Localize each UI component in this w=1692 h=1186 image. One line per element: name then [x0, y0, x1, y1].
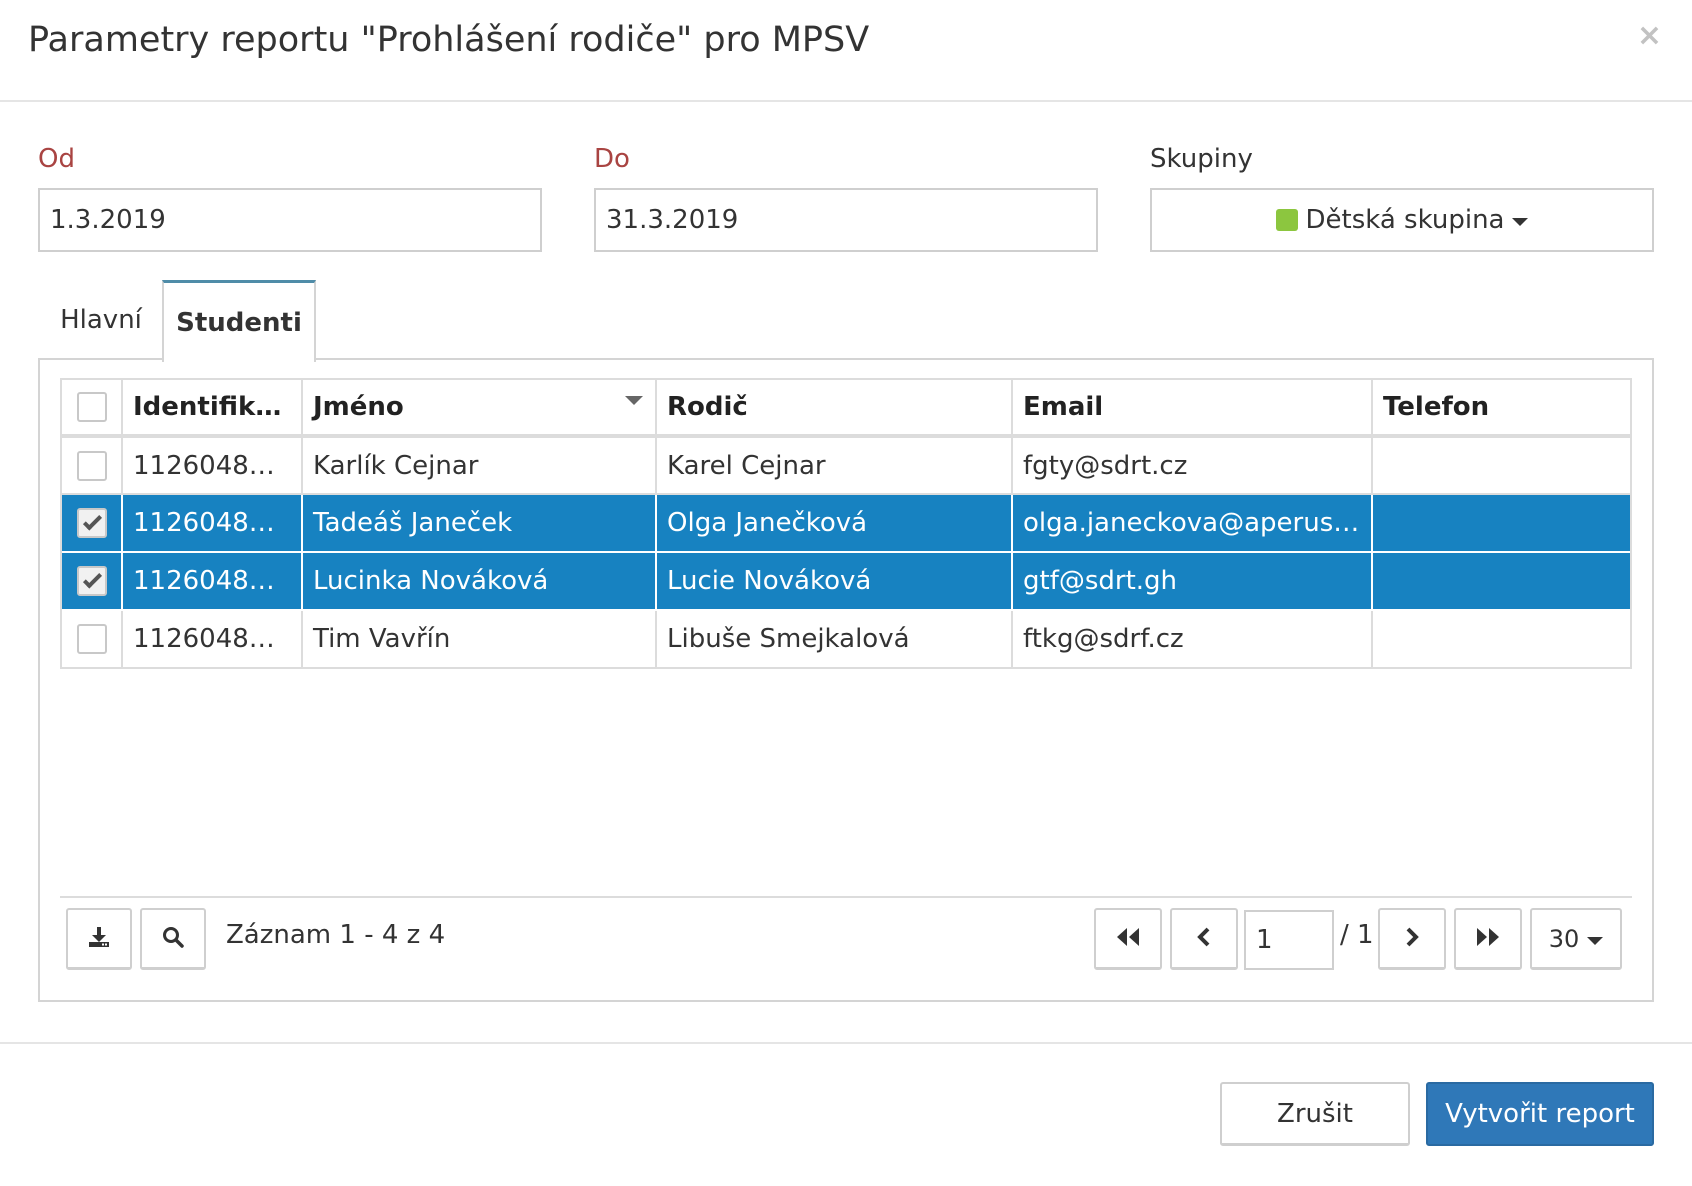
cell-phone [1372, 494, 1630, 553]
last-page-button[interactable] [1454, 908, 1522, 970]
column-header-name-label: Jméno [313, 392, 404, 422]
first-page-button[interactable] [1094, 908, 1162, 970]
select-all-cell [62, 380, 123, 438]
row-checkbox[interactable] [76, 508, 107, 539]
table-row[interactable]: 1126048602 Tadeáš Janeček Olga Janečková ol… [62, 494, 1630, 553]
groups-selected-label: Dětská skupina [1305, 205, 1505, 235]
chevron-down-icon [1587, 936, 1604, 945]
row-checkbox[interactable] [76, 450, 107, 481]
cell-email: ftkg@sdrf.cz [1012, 610, 1373, 669]
checkmark-icon [82, 511, 102, 531]
search-icon [161, 925, 185, 953]
students-grid: Identifikač... Jméno Rodič Email Telefon… [60, 378, 1632, 669]
checkmark-icon [82, 569, 102, 589]
cell-id: 1126048602 [122, 436, 303, 495]
select-all-checkbox[interactable] [76, 392, 107, 423]
column-header-phone[interactable]: Telefon [1372, 380, 1630, 438]
to-label: Do [594, 144, 630, 174]
close-icon[interactable]: × [1637, 18, 1662, 54]
row-select-cell [62, 494, 123, 553]
last-page-icon [1475, 926, 1501, 952]
cell-phone [1372, 552, 1630, 611]
sort-desc-icon [625, 396, 643, 405]
footer-divider [0, 1042, 1692, 1044]
group-color-swatch [1275, 209, 1298, 231]
create-report-button[interactable]: Vytvořit report [1426, 1082, 1654, 1146]
groups-dropdown[interactable]: Dětská skupina [1150, 188, 1654, 252]
table-row[interactable]: 1126048602 Karlík Cejnar Karel Cejnar fgty@… [62, 436, 1630, 495]
table-row[interactable]: 1126048602 Lucinka Nováková Lucie Nováková… [62, 552, 1630, 611]
report-dialog: Parametry reportu "Prohlášení rodiče" pr… [0, 0, 1692, 1186]
next-page-button[interactable] [1378, 908, 1446, 970]
prev-page-button[interactable] [1170, 908, 1238, 970]
download-icon [87, 925, 111, 953]
cell-id: 1126048602 [122, 494, 303, 553]
tab-hlavni[interactable]: Hlavní [40, 280, 162, 360]
cell-parent: Libuše Smejkalová [656, 610, 1013, 669]
cell-name: Karlík Cejnar [302, 436, 657, 495]
dialog-title: Parametry reportu "Prohlášení rodiče" pr… [28, 20, 870, 60]
page-size-value: 30 [1548, 924, 1580, 953]
grid-footer-divider [60, 896, 1632, 898]
column-header-id[interactable]: Identifikač... [122, 380, 303, 438]
next-page-icon [1404, 926, 1420, 952]
cell-name: Lucinka Nováková [302, 552, 657, 611]
cell-parent: Karel Cejnar [656, 436, 1013, 495]
from-label: Od [38, 144, 75, 174]
row-select-cell [62, 436, 123, 495]
chevron-down-icon [1512, 218, 1529, 226]
cell-parent: Lucie Nováková [656, 552, 1013, 611]
page-number-input[interactable] [1244, 910, 1334, 970]
cell-phone [1372, 436, 1630, 495]
cell-email: fgty@sdrt.cz [1012, 436, 1373, 495]
cell-id: 1126048602 [122, 610, 303, 669]
row-select-cell [62, 610, 123, 669]
page-size-dropdown[interactable]: 30 [1530, 908, 1622, 970]
export-button[interactable] [66, 908, 132, 970]
row-checkbox[interactable] [76, 566, 107, 597]
column-header-name[interactable]: Jméno [302, 380, 657, 438]
cell-email: gtf@sdrt.gh [1012, 552, 1373, 611]
column-header-parent[interactable]: Rodič [656, 380, 1013, 438]
table-row[interactable]: 1126048602 Tim Vavřín Libuše Smejkalová ftk… [62, 610, 1630, 669]
prev-page-icon [1196, 926, 1212, 952]
search-button[interactable] [140, 908, 206, 970]
cell-email: olga.janeckova@aperus.eu [1012, 494, 1373, 553]
column-header-email[interactable]: Email [1012, 380, 1373, 438]
row-checkbox[interactable] [76, 624, 107, 655]
to-date-input[interactable] [594, 188, 1098, 252]
cancel-button[interactable]: Zrušit [1220, 1082, 1410, 1146]
record-count: Záznam 1 - 4 z 4 [226, 920, 446, 950]
row-select-cell [62, 552, 123, 611]
first-page-icon [1115, 926, 1141, 952]
from-date-input[interactable] [38, 188, 542, 252]
grid-header-row: Identifikač... Jméno Rodič Email Telefon [62, 380, 1630, 438]
page-total: / 1 [1340, 920, 1374, 950]
cell-name: Tim Vavřín [302, 610, 657, 669]
cell-id: 1126048602 [122, 552, 303, 611]
tab-studenti[interactable]: Studenti [162, 280, 316, 362]
dialog-header: Parametry reportu "Prohlášení rodiče" pr… [0, 0, 1692, 102]
cell-phone [1372, 610, 1630, 669]
cell-name: Tadeáš Janeček [302, 494, 657, 553]
cell-parent: Olga Janečková [656, 494, 1013, 553]
groups-label: Skupiny [1150, 144, 1253, 174]
